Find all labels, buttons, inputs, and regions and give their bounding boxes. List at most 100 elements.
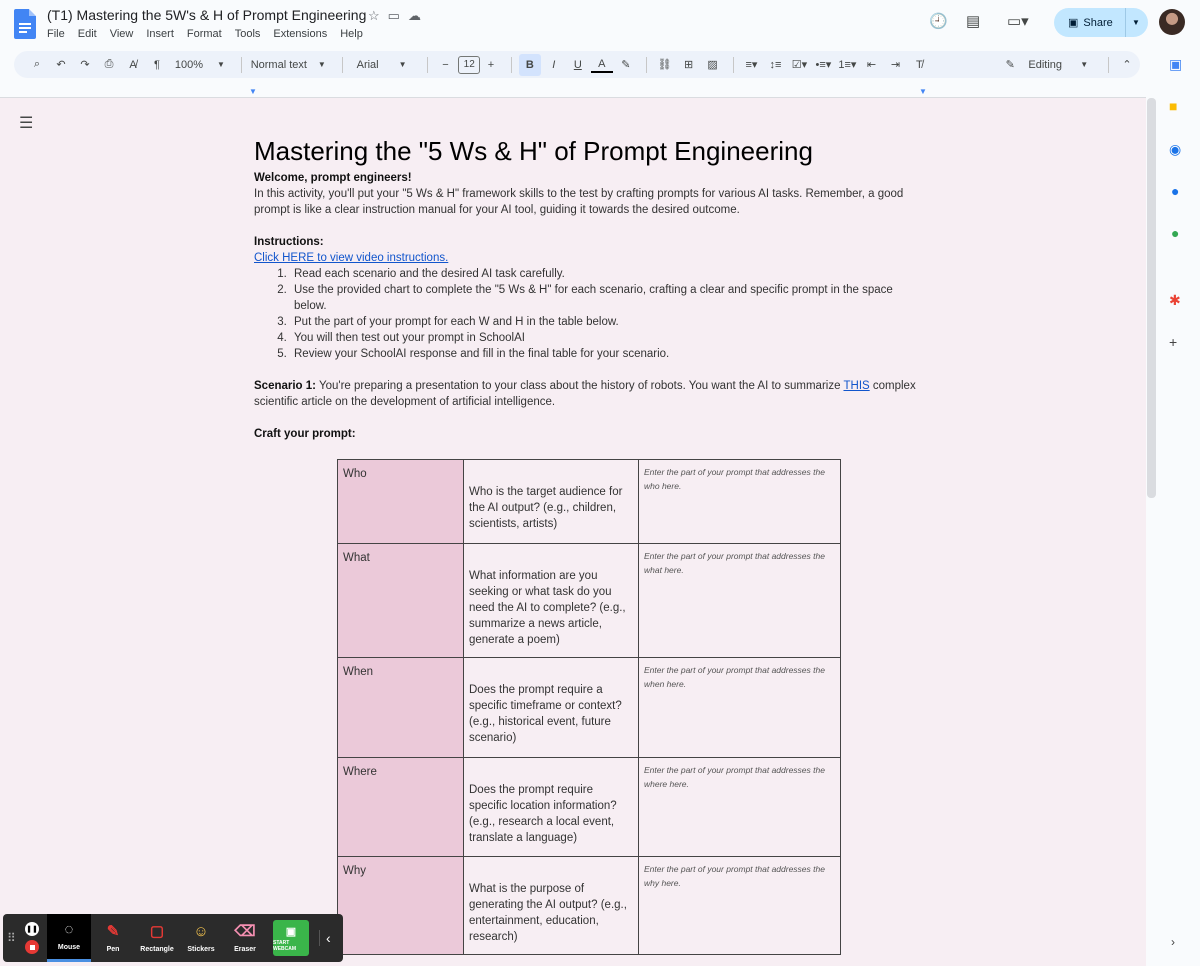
document-outline-icon[interactable]: ☰: [19, 113, 33, 133]
pen-icon: ✎: [106, 922, 120, 940]
decrease-indent-icon[interactable]: ⇤: [860, 54, 882, 76]
left-indent-marker-icon[interactable]: ▼: [249, 87, 257, 96]
menu-tools[interactable]: Tools: [235, 28, 261, 40]
table-row: Why What is the purpose of generating th…: [337, 856, 841, 955]
maps-icon[interactable]: ●: [1171, 225, 1179, 241]
prompt-entry-cell[interactable]: Enter the part of your prompt that addre…: [638, 657, 841, 758]
screen-recorder-toolbar: ⠿ ❚❚ ◌ Mouse ✎ Pen ▢ Rectangle ☺ Stickers ⌫ E…: [3, 914, 343, 962]
italic-icon[interactable]: I: [543, 54, 565, 76]
prompt-entry-cell[interactable]: Enter the part of your prompt that addre…: [638, 459, 841, 544]
recorder-pen-button[interactable]: ✎ Pen: [91, 922, 135, 953]
tasks-icon[interactable]: ◉: [1169, 141, 1181, 158]
docs-logo-icon[interactable]: [14, 9, 36, 39]
share-button[interactable]: ▣ Share ▼: [1054, 8, 1148, 37]
prompt-entry-cell[interactable]: Enter the part of your prompt that addre…: [638, 543, 841, 658]
video-instructions-link[interactable]: Click HERE to view video instructions.: [254, 252, 448, 264]
menu-bar: File Edit View Insert Format Tools Exten…: [47, 28, 363, 40]
stop-icon[interactable]: [25, 940, 39, 954]
row-key: Why: [337, 856, 464, 955]
add-comment-icon[interactable]: ⊞: [678, 54, 700, 76]
menu-help[interactable]: Help: [340, 28, 363, 40]
spellcheck-icon[interactable]: A̸: [122, 54, 144, 76]
font-dropdown-icon[interactable]: ▼: [388, 54, 418, 76]
line-spacing-icon[interactable]: ↕≡: [764, 54, 786, 76]
lock-icon: ▣: [1068, 17, 1079, 29]
recorder-stickers-button[interactable]: ☺ Stickers: [179, 923, 223, 953]
side-panel-expand-icon[interactable]: ›: [1171, 935, 1175, 949]
share-dropdown-icon[interactable]: ▼: [1126, 18, 1140, 27]
decrease-font-icon[interactable]: −: [434, 54, 456, 76]
list-item: Review your SchoolAI response and fill i…: [290, 346, 919, 362]
contacts-icon[interactable]: ●: [1171, 183, 1179, 199]
recorder-eraser-button[interactable]: ⌫ Eraser: [223, 923, 267, 953]
scrollbar[interactable]: [1147, 98, 1156, 498]
tool-label: Eraser: [234, 945, 256, 953]
prompt-entry-cell[interactable]: Enter the part of your prompt that addre…: [638, 757, 841, 857]
zoom-dropdown-icon[interactable]: ▼: [210, 54, 232, 76]
tool-label: Stickers: [187, 945, 215, 953]
link-icon[interactable]: ⛓: [654, 54, 676, 76]
zoom-select[interactable]: 100%: [170, 54, 208, 76]
prompt-entry-cell[interactable]: Enter the part of your prompt that addre…: [638, 856, 841, 955]
ruler[interactable]: ▼ ▼: [0, 84, 1146, 98]
calendar-icon[interactable]: ▣: [1169, 56, 1182, 73]
row-question: Who is the target audience for the AI ou…: [463, 459, 639, 544]
drag-handle-icon[interactable]: ⠿: [7, 931, 17, 945]
menu-view[interactable]: View: [110, 28, 134, 40]
underline-icon[interactable]: U: [567, 54, 589, 76]
font-select[interactable]: Arial: [350, 54, 386, 76]
align-icon[interactable]: ≡▾: [740, 54, 762, 76]
menu-edit[interactable]: Edit: [78, 28, 97, 40]
search-icon[interactable]: ⌕: [26, 54, 48, 76]
checklist-icon[interactable]: ☑▾: [788, 54, 810, 76]
increase-font-icon[interactable]: +: [480, 54, 502, 76]
get-addons-icon[interactable]: +: [1169, 334, 1177, 350]
article-link[interactable]: THIS: [843, 380, 869, 392]
highlight-icon[interactable]: ✎: [615, 54, 637, 76]
keep-icon[interactable]: ■: [1169, 98, 1177, 114]
insert-image-icon[interactable]: ▨: [702, 54, 724, 76]
style-dropdown-icon[interactable]: ▼: [311, 54, 333, 76]
text-color-icon[interactable]: A: [590, 57, 613, 73]
row-key: Who: [337, 459, 464, 544]
collapse-recorder-icon[interactable]: ‹: [319, 930, 331, 946]
collapse-menus-icon[interactable]: ⌃: [1116, 54, 1138, 76]
menu-file[interactable]: File: [47, 28, 65, 40]
list-item: Put the part of your prompt for each W a…: [290, 314, 919, 330]
cloud-status-icon[interactable]: ☁: [408, 8, 421, 24]
editing-mode-select[interactable]: Editing: [1023, 54, 1067, 76]
bullet-list-icon[interactable]: •≡▾: [812, 54, 834, 76]
numbered-list-icon[interactable]: 1≡▾: [836, 54, 858, 76]
print-icon[interactable]: ⎙: [98, 54, 120, 76]
increase-indent-icon[interactable]: ⇥: [884, 54, 906, 76]
redo-icon[interactable]: ↷: [74, 54, 96, 76]
paint-format-icon[interactable]: ¶: [146, 54, 168, 76]
menu-extensions[interactable]: Extensions: [273, 28, 327, 40]
recorder-mouse-button[interactable]: ◌ Mouse: [47, 914, 91, 962]
comments-icon[interactable]: ▤: [966, 12, 980, 30]
avatar[interactable]: [1159, 9, 1185, 35]
style-select[interactable]: Normal text: [249, 54, 309, 76]
meet-icon[interactable]: ▭▾: [1007, 12, 1029, 30]
document-title[interactable]: (T1) Mastering the 5W's & H of Prompt En…: [47, 7, 366, 23]
bold-icon[interactable]: B: [518, 53, 541, 76]
mouse-icon: ◌: [64, 921, 74, 938]
addon-icon[interactable]: ✱: [1169, 292, 1181, 309]
version-history-icon[interactable]: 🕘: [929, 12, 948, 30]
document-body[interactable]: Mastering the "5 Ws & H" of Prompt Engin…: [254, 134, 919, 442]
mode-dropdown-icon[interactable]: ▼: [1069, 54, 1099, 76]
right-indent-marker-icon[interactable]: ▼: [919, 87, 927, 96]
menu-insert[interactable]: Insert: [146, 28, 174, 40]
clear-formatting-icon[interactable]: T̸: [908, 54, 930, 76]
row-question: What is the purpose of generating the AI…: [463, 856, 639, 955]
start-webcam-button[interactable]: ▣ START WEBCAM: [273, 920, 309, 956]
menu-format[interactable]: Format: [187, 28, 222, 40]
recorder-rectangle-button[interactable]: ▢ Rectangle: [135, 922, 179, 953]
undo-icon[interactable]: ↶: [50, 54, 72, 76]
move-folder-icon[interactable]: ▭: [388, 8, 400, 24]
instructions-heading: Instructions:: [254, 236, 324, 248]
rectangle-icon: ▢: [149, 922, 165, 940]
star-icon[interactable]: ☆: [368, 8, 380, 24]
pause-icon[interactable]: ❚❚: [25, 922, 39, 936]
font-size-input[interactable]: 12: [458, 55, 480, 74]
